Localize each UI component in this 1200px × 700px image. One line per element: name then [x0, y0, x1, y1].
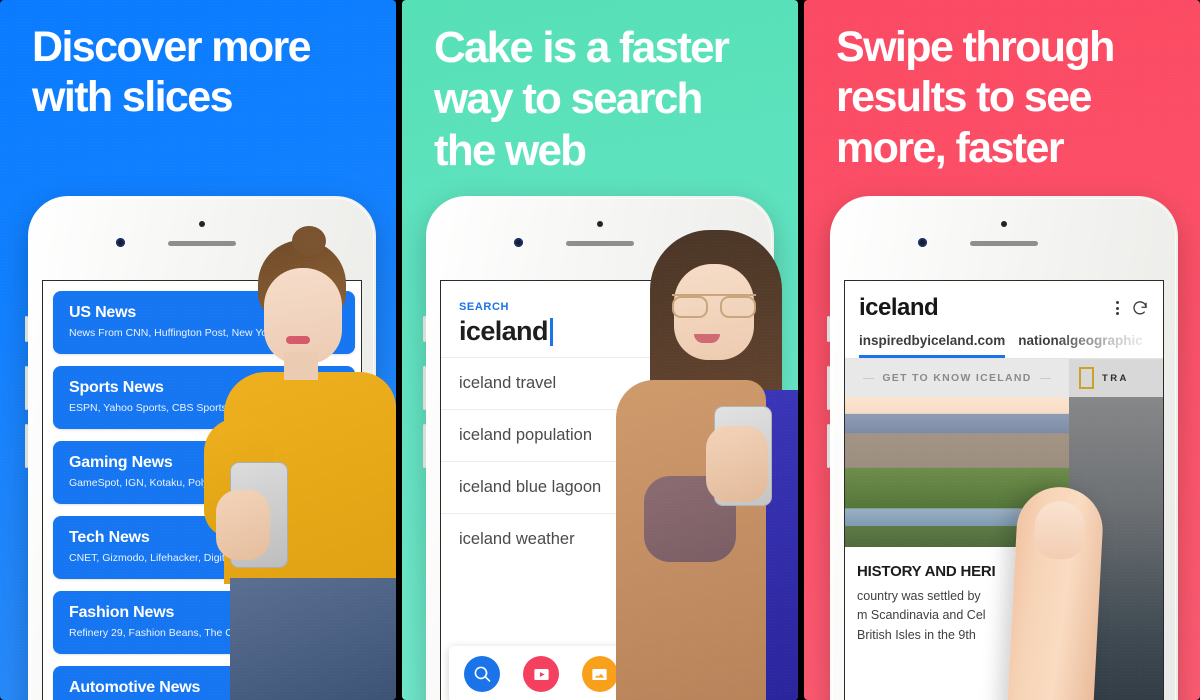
text-caret — [549, 317, 553, 346]
earpiece-speaker-icon — [168, 241, 236, 246]
volume-up-button[interactable] — [423, 366, 426, 410]
results-header: iceland inspiredbyiceland.com nationalge… — [845, 281, 1163, 358]
search-icon[interactable] — [464, 656, 501, 692]
suggestion-item[interactable]: iceland blue lagoon — [441, 461, 759, 513]
mute-switch[interactable] — [25, 316, 28, 342]
result-tabs: inspiredbyiceland.com nationalgeographic — [859, 333, 1149, 358]
earpiece-speaker-icon — [970, 241, 1038, 246]
search-label: SEARCH — [459, 301, 510, 313]
proximity-sensor-icon — [597, 221, 603, 227]
page-title: iceland — [859, 294, 939, 321]
slice-title: Fashion News — [69, 604, 175, 621]
natgeo-logo-icon — [1079, 367, 1094, 389]
slice-sources: ESPN, Yahoo Sports, CBS Sports, Bleach — [69, 402, 265, 414]
shopping-cart-icon[interactable] — [699, 656, 736, 692]
reload-icon[interactable] — [1131, 299, 1149, 317]
search-input-value: iceland — [459, 316, 548, 346]
proximity-sensor-icon — [199, 221, 205, 227]
card-brand-label: GET TO KNOW ICELAND — [882, 372, 1032, 384]
list-item[interactable]: Sports News ESPN, Yahoo Sports, CBS Spor… — [53, 366, 355, 429]
slice-title: Sports News — [69, 379, 164, 396]
list-item[interactable]: Automotive News — [53, 666, 355, 700]
volume-down-button[interactable] — [25, 424, 28, 468]
slice-sources: CNET, Gizmodo, Lifehacker, Digital T — [69, 552, 243, 564]
suggestion-item[interactable]: iceland weather — [441, 513, 759, 565]
volume-down-button[interactable] — [827, 424, 830, 468]
proximity-sensor-icon — [1001, 221, 1007, 227]
slice-sources: GameSpot, IGN, Kotaku, Polygon, N4 — [69, 477, 246, 489]
natgeo-brand-label: TRA — [1102, 372, 1129, 384]
results-card-carousel[interactable]: GET TO KNOW ICELAND HISTORY AND HERI cou… — [845, 359, 1163, 700]
list-item[interactable]: US News News From CNN, Huffington Post, … — [53, 291, 355, 354]
more-options-icon[interactable] — [1116, 301, 1119, 315]
suggestion-item[interactable]: iceland population — [441, 409, 759, 461]
natgeo-brand-bar: TRA — [1069, 359, 1163, 397]
panel-search: Cake is a faster way to search the web S… — [402, 0, 798, 700]
earpiece-speaker-icon — [566, 241, 634, 246]
phone-screen-3: iceland inspiredbyiceland.com nationalge… — [844, 280, 1164, 700]
slice-title: Tech News — [69, 529, 150, 546]
list-item[interactable]: Fashion News Refinery 29, Fashion Beans,… — [53, 591, 355, 654]
suggestion-item[interactable]: iceland travel — [441, 357, 759, 409]
slice-title: Automotive News — [69, 679, 201, 696]
list-item[interactable]: Tech News CNET, Gizmodo, Lifehacker, Dig… — [53, 516, 355, 579]
phone-device-1: US News News From CNN, Huffington Post, … — [25, 196, 376, 700]
front-camera-icon — [116, 238, 125, 247]
tab-nationalgeographic[interactable]: nationalgeographic — [1018, 333, 1143, 358]
tab-inspiredbyiceland[interactable]: inspiredbyiceland.com — [859, 333, 1006, 358]
panel-3-headline: Swipe through results to see more, faste… — [836, 23, 1115, 172]
volume-up-button[interactable] — [827, 366, 830, 410]
slice-sources: News From CNN, Huffington Post, New York… — [69, 327, 320, 339]
front-camera-icon — [514, 238, 523, 247]
card-brand-bar: GET TO KNOW ICELAND — [845, 359, 1069, 397]
phone-device-2: SEARCH iceland iceland travel iceland po… — [423, 196, 774, 700]
slice-sources: Refinery 29, Fashion Beans, The Cut, Who — [69, 627, 269, 639]
search-input[interactable]: iceland — [459, 316, 741, 347]
images-icon[interactable] — [581, 656, 618, 692]
panel-results: Swipe through results to see more, faste… — [804, 0, 1200, 700]
phone-device-3: iceland inspiredbyiceland.com nationalge… — [827, 196, 1178, 700]
list-item[interactable]: Gaming News GameSpot, IGN, Kotaku, Polyg… — [53, 441, 355, 504]
volume-up-button[interactable] — [25, 366, 28, 410]
volume-down-button[interactable] — [423, 424, 426, 468]
search-header: SEARCH iceland — [441, 281, 759, 357]
app-store-screenshot-set: Discover more with slices US News News F… — [0, 0, 1200, 700]
panel-slices: Discover more with slices US News News F… — [0, 0, 396, 700]
mute-switch[interactable] — [827, 316, 830, 342]
panel-2-headline: Cake is a faster way to search the web — [434, 23, 730, 175]
phone-screen-2: SEARCH iceland iceland travel iceland po… — [440, 280, 760, 700]
slices-list: US News News From CNN, Huffington Post, … — [43, 281, 361, 700]
panel-1-headline: Discover more with slices — [32, 23, 312, 122]
mute-switch[interactable] — [423, 316, 426, 342]
slice-title: Gaming News — [69, 454, 173, 471]
phone-screen-1: US News News From CNN, Huffington Post, … — [42, 280, 362, 700]
front-camera-icon — [918, 238, 927, 247]
video-icon[interactable] — [523, 656, 560, 692]
slice-title: US News — [69, 304, 137, 321]
swipe-finger — [1003, 484, 1105, 700]
news-icon[interactable] — [640, 656, 677, 692]
category-icon-bar — [449, 646, 751, 700]
